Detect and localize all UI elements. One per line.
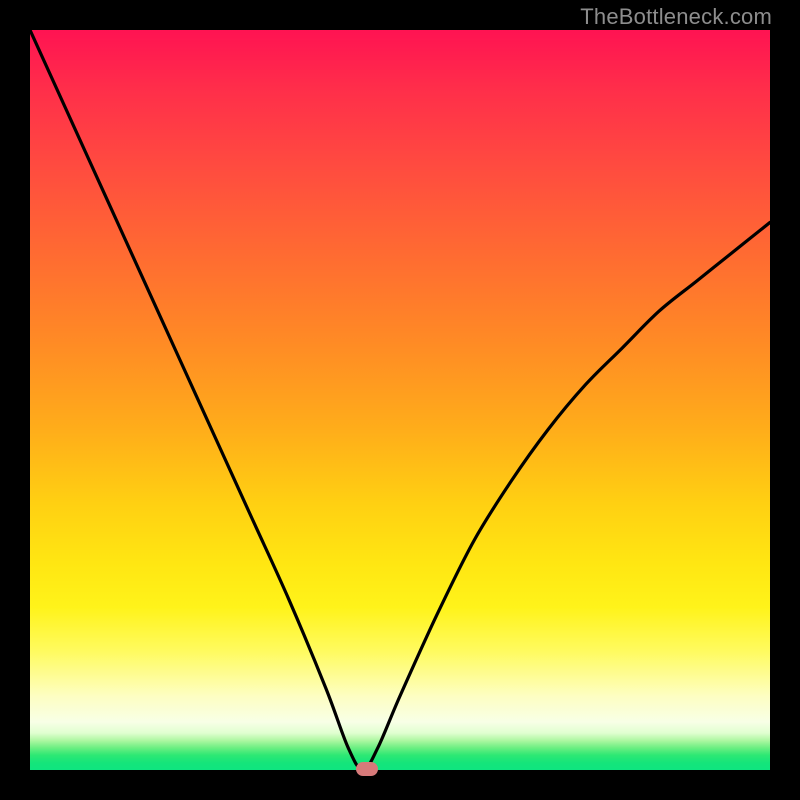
watermark-text: TheBottleneck.com [580,4,772,30]
optimal-marker [356,762,378,777]
bottleneck-curve [30,30,770,770]
plot-area [30,30,770,770]
chart-frame: TheBottleneck.com [0,0,800,800]
